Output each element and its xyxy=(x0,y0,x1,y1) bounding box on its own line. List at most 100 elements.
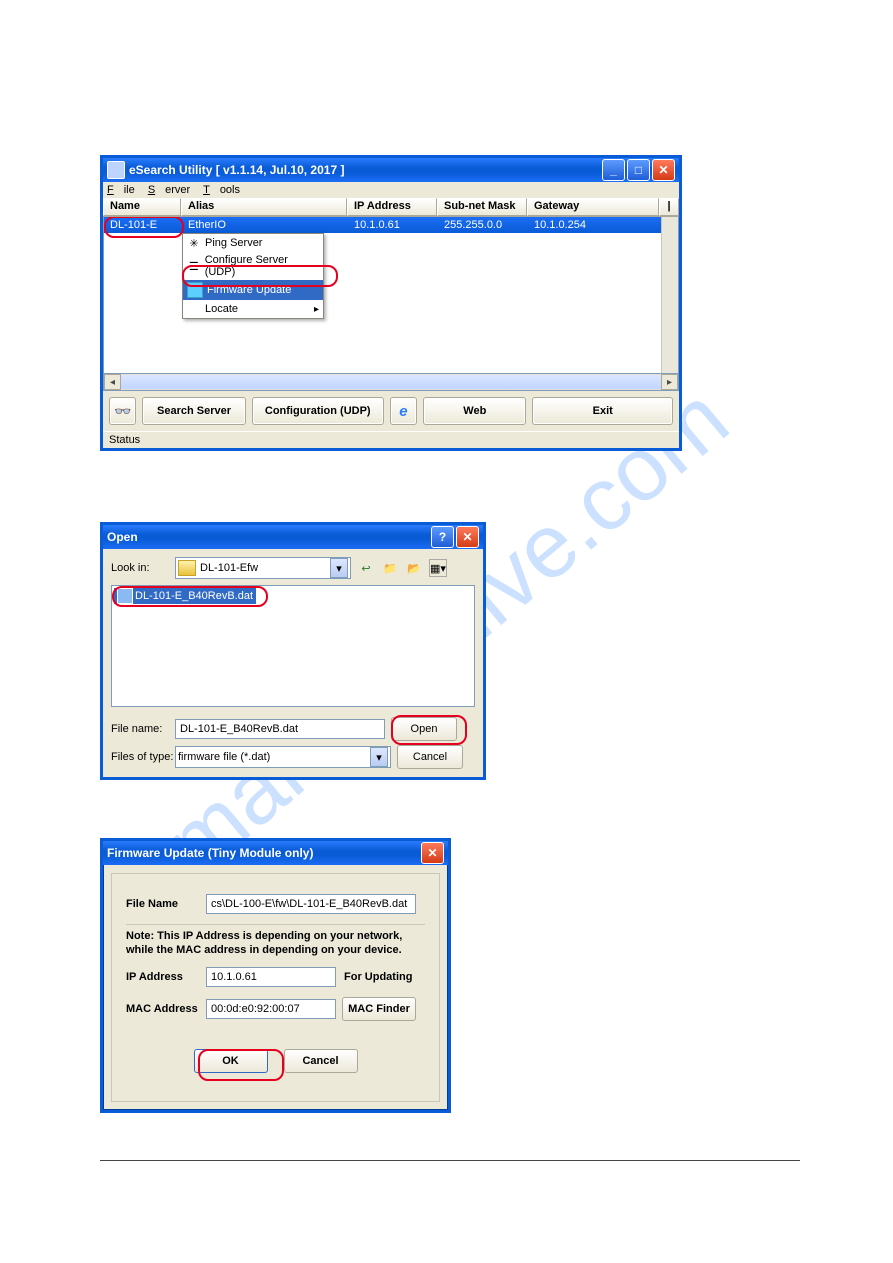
cell-gateway: 10.1.0.254 xyxy=(528,219,678,231)
cm-ping-label: Ping Server xyxy=(205,237,262,249)
page-root: manualshive.com eSearch Utility [ v1.1.1… xyxy=(0,0,893,1263)
scroll-right-arrow[interactable]: ▸ xyxy=(661,374,678,390)
cell-name: DL-101-E xyxy=(104,219,182,231)
minimize-button[interactable]: _ xyxy=(602,159,625,181)
window-firmware-update: Firmware Update (Tiny Module only) ✕ Fil… xyxy=(100,838,451,1113)
datfile-icon xyxy=(117,588,133,604)
window-open-dialog: Open ? ✕ Look in: DL-101-Efw ▾ ↩ 📁 📂 ▦▾ xyxy=(100,522,486,780)
maximize-button[interactable]: □ xyxy=(627,159,650,181)
new-folder-icon[interactable]: 📂 xyxy=(405,559,423,577)
col-last[interactable]: | xyxy=(659,198,679,216)
help-button[interactable]: ? xyxy=(431,526,454,548)
file-item-label: DL-101-E_B40RevB.dat xyxy=(135,590,253,602)
menu-bar: FFileile Server Tools xyxy=(103,182,679,198)
col-gateway[interactable]: Gateway xyxy=(527,198,659,216)
firmware-icon xyxy=(187,282,203,298)
fw-mac-label: MAC Address xyxy=(126,1003,206,1015)
open-toolbar: ↩ 📁 📂 ▦▾ xyxy=(357,559,447,577)
fw-note: Note: This IP Address is depending on yo… xyxy=(126,929,425,957)
footer-hr xyxy=(100,1160,800,1161)
file-list-area[interactable]: DL-101-E_B40RevB.dat xyxy=(111,585,475,707)
search-server-button[interactable]: Search Server xyxy=(142,397,245,425)
horizontal-scrollbar[interactable]: ◂ ▸ xyxy=(103,374,679,391)
firmware-close-button[interactable]: ✕ xyxy=(421,842,444,864)
cell-subnet: 255.255.0.0 xyxy=(438,219,528,231)
file-type-combo[interactable]: firmware file (*.dat) ▾ xyxy=(175,746,391,768)
cm-locate[interactable]: Locate ▸ xyxy=(183,300,323,318)
app-icon xyxy=(107,161,125,179)
menu-file[interactable]: FFileile xyxy=(107,184,135,196)
fw-ip-input[interactable] xyxy=(206,967,336,987)
open-body: Look in: DL-101-Efw ▾ ↩ 📁 📂 ▦▾ DL-101-E_… xyxy=(103,549,483,777)
lookin-label: Look in: xyxy=(111,562,175,574)
scroll-left-arrow[interactable]: ◂ xyxy=(104,374,121,390)
caret-down-icon[interactable]: ▾ xyxy=(330,558,348,578)
cm-configure-server[interactable]: ☰ Configure Server (UDP) xyxy=(183,252,323,280)
close-button[interactable]: ✕ xyxy=(652,159,675,181)
fw-note-line1: Note: This IP Address is depending on yo… xyxy=(126,930,402,942)
blank-icon xyxy=(187,302,201,316)
fw-cancel-button[interactable]: Cancel xyxy=(284,1049,358,1073)
window-esearch: eSearch Utility [ v1.1.14, Jul.10, 2017 … xyxy=(100,155,682,451)
ok-button[interactable]: OK xyxy=(194,1049,268,1073)
col-subnet[interactable]: Sub-net Mask xyxy=(437,198,527,216)
file-type-label: Files of type: xyxy=(111,751,175,763)
caret-down-icon-2[interactable]: ▾ xyxy=(370,747,388,767)
open-button[interactable]: Open xyxy=(391,717,457,741)
context-menu: ✳ Ping Server ☰ Configure Server (UDP) F… xyxy=(182,233,324,319)
col-ip[interactable]: IP Address xyxy=(347,198,437,216)
window-title: eSearch Utility [ v1.1.14, Jul.10, 2017 … xyxy=(129,163,600,177)
scroll-track[interactable] xyxy=(121,375,661,389)
open-title: Open xyxy=(107,530,429,544)
fw-note-line2: while the MAC address in depending on yo… xyxy=(126,944,402,956)
cell-ip: 10.1.0.61 xyxy=(348,219,438,231)
exit-button[interactable]: Exit xyxy=(532,397,673,425)
col-name[interactable]: Name xyxy=(103,198,181,216)
configuration-button[interactable]: Configuration (UDP) xyxy=(252,397,384,425)
cm-locate-label: Locate xyxy=(205,303,238,315)
cm-firmware-update[interactable]: Firmware Update xyxy=(183,280,323,300)
firmware-title: Firmware Update (Tiny Module only) xyxy=(107,846,419,860)
fw-filename-input[interactable] xyxy=(206,894,416,914)
file-name-input[interactable] xyxy=(175,719,385,739)
view-menu-icon[interactable]: ▦▾ xyxy=(429,559,447,577)
titlebar-firmware: Firmware Update (Tiny Module only) ✕ xyxy=(103,841,448,865)
fw-ip-after: For Updating xyxy=(344,971,412,983)
cancel-button[interactable]: Cancel xyxy=(397,745,463,769)
web-icon-button[interactable]: e xyxy=(390,397,417,425)
firmware-body: File Name Note: This IP Address is depen… xyxy=(111,873,440,1102)
web-button[interactable]: Web xyxy=(423,397,526,425)
file-type-value: firmware file (*.dat) xyxy=(178,751,270,763)
fw-mac-input[interactable] xyxy=(206,999,336,1019)
menu-server[interactable]: Server xyxy=(148,184,190,196)
file-name-label: File name: xyxy=(111,723,175,735)
lookin-combo[interactable]: DL-101-Efw ▾ xyxy=(175,557,351,579)
folder-icon xyxy=(178,560,196,576)
menu-tools[interactable]: Tools xyxy=(203,184,240,196)
list-row-selected[interactable]: DL-101-E EtherIO 10.1.0.61 255.255.0.0 1… xyxy=(104,217,678,233)
back-icon[interactable]: ↩ xyxy=(357,559,375,577)
cm-firmware-label: Firmware Update xyxy=(207,284,291,296)
bottom-toolbar: 👓 Search Server Configuration (UDP) e We… xyxy=(103,391,679,431)
mac-finder-button[interactable]: MAC Finder xyxy=(342,997,416,1021)
ie-icon: e xyxy=(399,403,407,420)
cell-alias: EtherIO xyxy=(182,219,348,231)
cm-configure-label: Configure Server (UDP) xyxy=(205,254,319,278)
listview-body[interactable]: DL-101-E EtherIO 10.1.0.61 255.255.0.0 1… xyxy=(103,217,679,374)
open-close-button[interactable]: ✕ xyxy=(456,526,479,548)
col-alias[interactable]: Alias xyxy=(181,198,347,216)
fw-filename-label: File Name xyxy=(126,898,206,910)
up-folder-icon[interactable]: 📁 xyxy=(381,559,399,577)
lookin-value: DL-101-Efw xyxy=(200,562,258,574)
ping-icon: ✳ xyxy=(187,236,201,250)
file-item-selected[interactable]: DL-101-E_B40RevB.dat xyxy=(114,588,256,604)
status-bar: Status xyxy=(103,431,679,448)
listview-header: Name Alias IP Address Sub-net Mask Gatew… xyxy=(103,198,679,217)
titlebar-open: Open ? ✕ xyxy=(103,525,483,549)
submenu-arrow-icon: ▸ xyxy=(314,304,319,315)
search-icon-button[interactable]: 👓 xyxy=(109,397,136,425)
fw-ip-label: IP Address xyxy=(126,971,206,983)
cm-ping-server[interactable]: ✳ Ping Server xyxy=(183,234,323,252)
vertical-scrollbar[interactable] xyxy=(661,217,678,373)
titlebar-esearch: eSearch Utility [ v1.1.14, Jul.10, 2017 … xyxy=(103,158,679,182)
